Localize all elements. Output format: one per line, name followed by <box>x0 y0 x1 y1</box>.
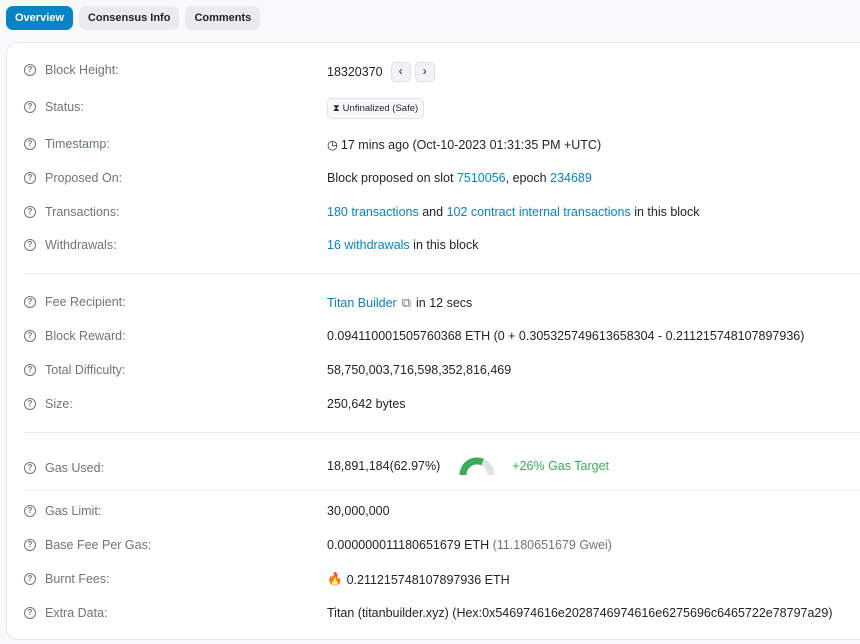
timestamp-label: Timestamp: <box>45 137 110 151</box>
extra-data-value: Titan (titanbuilder.xyz) (Hex:0x54697461… <box>327 606 833 620</box>
gas-used-percent: (62.97%) <box>389 459 441 473</box>
status-badge: ⧗ Unfinalized (Safe) <box>327 98 425 119</box>
row-gas-used: ? Gas Used: 18,891,184 (62.97%) +26% Gas T… <box>7 457 860 479</box>
size-value: 250,642 bytes <box>327 397 406 411</box>
divider <box>24 273 860 274</box>
slot-link[interactable]: 7510056 <box>457 171 506 185</box>
row-extra-data: ? Extra Data: Titan (titanbuilder.xyz) (H… <box>7 604 860 624</box>
tab-bar: Overview Consensus Info Comments <box>6 6 261 30</box>
row-block-height: ? Block Height: 18320370 ‹ › <box>7 61 860 82</box>
gas-limit-value: 30,000,000 <box>327 504 390 518</box>
row-timestamp: ? Timestamp: ◷ 17 mins ago (Oct-10-2023 0… <box>7 135 860 155</box>
help-icon[interactable]: ? <box>24 505 36 517</box>
row-size: ? Size: 250,642 bytes <box>7 395 860 415</box>
base-fee-label: Base Fee Per Gas: <box>45 538 152 552</box>
row-withdrawals: ? Withdrawals: 16 withdrawals in this blo… <box>7 236 860 256</box>
row-gas-limit: ? Gas Limit: 30,000,000 <box>7 502 860 522</box>
extra-data-label: Extra Data: <box>45 606 108 620</box>
proposed-prefix: Block proposed on slot <box>327 171 454 185</box>
gas-used-gauge <box>459 457 495 476</box>
previous-block-button[interactable]: ‹ <box>390 62 411 82</box>
withdrawals-link[interactable]: 16 withdrawals <box>327 238 410 252</box>
proposed-on-label: Proposed On: <box>45 171 123 185</box>
row-total-difficulty: ? Total Difficulty: 58,750,003,716,598,35… <box>7 361 860 381</box>
next-block-button[interactable]: › <box>414 62 435 82</box>
epoch-text: , epoch <box>505 171 547 185</box>
internal-transactions-link[interactable]: 102 contract internal transactions <box>447 205 631 219</box>
help-icon[interactable]: ? <box>24 607 36 619</box>
help-icon[interactable]: ? <box>24 296 36 308</box>
transactions-label: Transactions: <box>45 205 120 219</box>
status-value: Unfinalized (Safe) <box>342 103 419 114</box>
help-icon[interactable]: ? <box>24 172 36 184</box>
block-height-value: 18320370 <box>327 65 383 79</box>
hourglass-icon: ⧗ <box>333 103 340 114</box>
row-transactions: ? Transactions: 180 transactions and 102 … <box>7 203 860 223</box>
row-burnt-fees: ? Burnt Fees: 🔥 0.211215748107897936 ETH <box>7 570 860 590</box>
row-proposed-on: ? Proposed On: Block proposed on slot 751… <box>7 169 860 189</box>
and-text: and <box>422 205 444 219</box>
fee-recipient-label: Fee Recipient: <box>45 295 126 309</box>
block-reward-label: Block Reward: <box>45 329 126 343</box>
withdrawals-label: Withdrawals: <box>45 238 117 252</box>
withdrawals-suffix: in this block <box>413 238 479 252</box>
flame-icon: 🔥 <box>327 572 343 586</box>
block-height-label: Block Height: <box>45 63 119 77</box>
help-icon[interactable]: ? <box>24 64 36 76</box>
epoch-link[interactable]: 234689 <box>550 171 592 185</box>
row-base-fee: ? Base Fee Per Gas: 0.000000011180651679 … <box>7 536 860 556</box>
transactions-suffix: in this block <box>634 205 700 219</box>
base-fee-gwei: (11.180651679 Gwei) <box>492 538 612 552</box>
tab-comments[interactable]: Comments <box>185 6 261 30</box>
size-label: Size: <box>45 397 73 411</box>
help-icon[interactable]: ? <box>24 206 36 218</box>
transactions-link[interactable]: 180 transactions <box>327 205 419 219</box>
tab-consensus-info[interactable]: Consensus Info <box>78 6 180 30</box>
block-reward-value: 0.094110001505760368 ETH (0 + 0.30532574… <box>327 329 805 343</box>
gas-target-value: +26% Gas Target <box>512 459 610 473</box>
block-overview-card: ? Block Height: 18320370 ‹ › ? Status: ⧗ U… <box>6 42 860 640</box>
help-icon[interactable]: ? <box>24 138 36 150</box>
help-icon[interactable]: ? <box>24 330 36 342</box>
help-icon[interactable]: ? <box>24 239 36 251</box>
total-difficulty-label: Total Difficulty: <box>45 363 126 377</box>
base-fee-value: 0.000000011180651679 ETH <box>327 538 490 552</box>
fee-recipient-link[interactable]: Titan Builder <box>327 296 397 310</box>
help-icon[interactable]: ? <box>24 101 36 113</box>
tab-overview[interactable]: Overview <box>6 6 73 30</box>
gas-limit-label: Gas Limit: <box>45 504 102 518</box>
fee-recipient-suffix: in 12 secs <box>416 296 473 310</box>
burnt-fees-value: 0.211215748107897936 ETH <box>346 572 510 587</box>
timestamp-value: 17 mins ago (Oct-10-2023 01:31:35 PM +UT… <box>340 137 602 152</box>
gas-used-label: Gas Used: <box>45 461 105 475</box>
status-label: Status: <box>45 100 84 114</box>
divider <box>24 490 860 491</box>
row-block-reward: ? Block Reward: 0.094110001505760368 ETH … <box>7 327 860 347</box>
help-icon[interactable]: ? <box>24 573 36 585</box>
copy-icon[interactable]: ⧉ <box>402 295 411 311</box>
total-difficulty-value: 58,750,003,716,598,352,816,469 <box>327 363 512 377</box>
burnt-fees-label: Burnt Fees: <box>45 572 110 586</box>
clock-icon: ◷ <box>327 138 338 152</box>
help-icon[interactable]: ? <box>24 539 36 551</box>
help-icon[interactable]: ? <box>24 462 36 474</box>
help-icon[interactable]: ? <box>24 398 36 410</box>
gas-used-value: 18,891,184 <box>327 459 390 473</box>
divider <box>24 432 860 433</box>
row-fee-recipient: ? Fee Recipient: Titan Builder ⧉ in 12 se… <box>7 293 860 313</box>
help-icon[interactable]: ? <box>24 364 36 376</box>
row-status: ? Status: ⧗ Unfinalized (Safe) <box>7 98 860 119</box>
